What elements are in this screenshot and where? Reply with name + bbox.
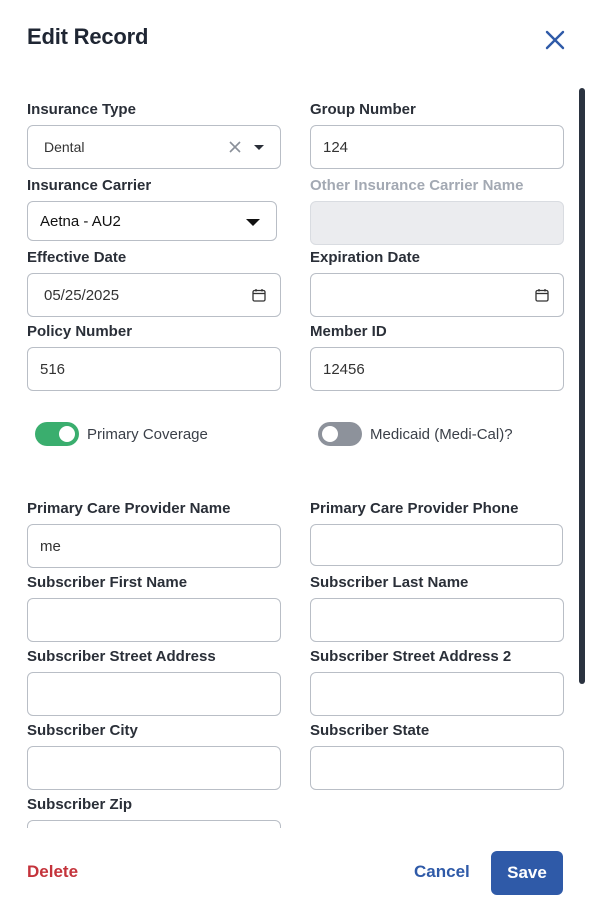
subscriber-street-label: Subscriber Street Address	[27, 648, 216, 665]
other-carrier-label: Other Insurance Carrier Name	[310, 177, 524, 194]
subscriber-street-input[interactable]	[27, 672, 281, 716]
pcp-phone-input[interactable]	[310, 524, 563, 566]
policy-number-input[interactable]: 516	[27, 347, 281, 391]
expiration-date-input[interactable]	[310, 273, 564, 317]
subscriber-street2-input[interactable]	[310, 672, 564, 716]
close-button[interactable]	[543, 28, 567, 52]
effective-date-value: 05/25/2025	[44, 286, 120, 304]
subscriber-zip-input[interactable]	[27, 820, 281, 828]
insurance-type-select[interactable]: Dental	[27, 125, 281, 169]
chevron-down-icon[interactable]	[254, 145, 264, 150]
expiration-date-label: Expiration Date	[310, 249, 421, 266]
group-number-value: 124	[323, 138, 349, 156]
group-number-field: Group Number 124	[310, 101, 564, 169]
member-id-input[interactable]: 12456	[310, 347, 564, 391]
toggle-knob	[59, 426, 75, 442]
delete-button[interactable]: Delete	[27, 862, 78, 882]
pcp-name-label: Primary Care Provider Name	[27, 500, 231, 517]
group-number-input[interactable]: 124	[310, 125, 564, 169]
subscriber-first-label: Subscriber First Name	[27, 574, 188, 591]
insurance-carrier-select[interactable]: Aetna - AU2	[27, 201, 277, 241]
toggle-knob	[322, 426, 338, 442]
medicaid-toggle[interactable]	[318, 422, 362, 446]
medicaid-label: Medicaid (Medi-Cal)?	[370, 425, 513, 443]
close-icon	[545, 30, 565, 50]
member-id-value: 12456	[323, 360, 365, 378]
subscriber-state-label: Subscriber State	[310, 722, 430, 739]
member-id-field: Member ID 12456	[310, 323, 564, 391]
insurance-carrier-field: Insurance Carrier Aetna - AU2	[27, 177, 277, 241]
policy-number-field: Policy Number 516	[27, 323, 281, 391]
clear-icon[interactable]	[228, 140, 242, 154]
subscriber-last-field: Subscriber Last Name	[310, 574, 564, 642]
calendar-icon[interactable]	[535, 288, 549, 302]
subscriber-state-field: Subscriber State	[310, 722, 564, 790]
expiration-date-field: Expiration Date	[310, 249, 564, 317]
group-number-label: Group Number	[310, 101, 416, 118]
subscriber-zip-label: Subscriber Zip	[27, 796, 133, 813]
effective-date-input[interactable]: 05/25/2025	[27, 273, 281, 317]
primary-coverage-label: Primary Coverage	[87, 425, 208, 443]
insurance-type-field: Insurance Type Dental	[27, 101, 281, 169]
primary-coverage-toggle[interactable]	[35, 422, 79, 446]
calendar-icon[interactable]	[252, 288, 266, 302]
cancel-button[interactable]: Cancel	[414, 862, 470, 882]
member-id-label: Member ID	[310, 323, 387, 340]
pcp-name-value: me	[40, 537, 61, 555]
dialog-title: Edit Record	[27, 24, 149, 49]
subscriber-first-input[interactable]	[27, 598, 281, 642]
insurance-carrier-label: Insurance Carrier	[27, 177, 152, 194]
other-carrier-input	[310, 201, 564, 245]
subscriber-city-input[interactable]	[27, 746, 281, 790]
subscriber-city-field: Subscriber City	[27, 722, 281, 790]
dialog-footer: Delete Cancel Save	[0, 850, 592, 896]
effective-date-field: Effective Date 05/25/2025	[27, 249, 281, 317]
medicaid-row: Medicaid (Medi-Cal)?	[318, 422, 513, 446]
subscriber-last-input[interactable]	[310, 598, 564, 642]
insurance-carrier-value: Aetna - AU2	[40, 212, 121, 230]
subscriber-street2-field: Subscriber Street Address 2	[310, 648, 564, 716]
subscriber-last-label: Subscriber Last Name	[310, 574, 469, 591]
dialog-header: Edit Record	[27, 24, 148, 50]
save-button[interactable]: Save	[491, 851, 563, 895]
subscriber-city-label: Subscriber City	[27, 722, 138, 739]
policy-number-value: 516	[40, 360, 66, 378]
primary-coverage-row: Primary Coverage	[35, 422, 208, 446]
subscriber-first-field: Subscriber First Name	[27, 574, 281, 642]
pcp-phone-label: Primary Care Provider Phone	[310, 500, 519, 517]
scrollbar-thumb[interactable]	[579, 88, 585, 684]
insurance-type-label: Insurance Type	[27, 101, 136, 118]
subscriber-street2-label: Subscriber Street Address 2	[310, 648, 512, 665]
subscriber-street-field: Subscriber Street Address	[27, 648, 281, 716]
subscriber-zip-field: Subscriber Zip	[27, 796, 281, 828]
form-scroll-area[interactable]: Insurance Type Dental Group Number 124 I…	[0, 88, 592, 828]
policy-number-label: Policy Number	[27, 323, 133, 340]
pcp-phone-field: Primary Care Provider Phone	[310, 500, 563, 566]
pcp-name-input[interactable]: me	[27, 524, 281, 568]
chevron-down-icon[interactable]	[246, 219, 260, 226]
other-carrier-field: Other Insurance Carrier Name	[310, 177, 564, 245]
subscriber-state-input[interactable]	[310, 746, 564, 790]
pcp-name-field: Primary Care Provider Name me	[27, 500, 281, 568]
effective-date-label: Effective Date	[27, 249, 127, 266]
